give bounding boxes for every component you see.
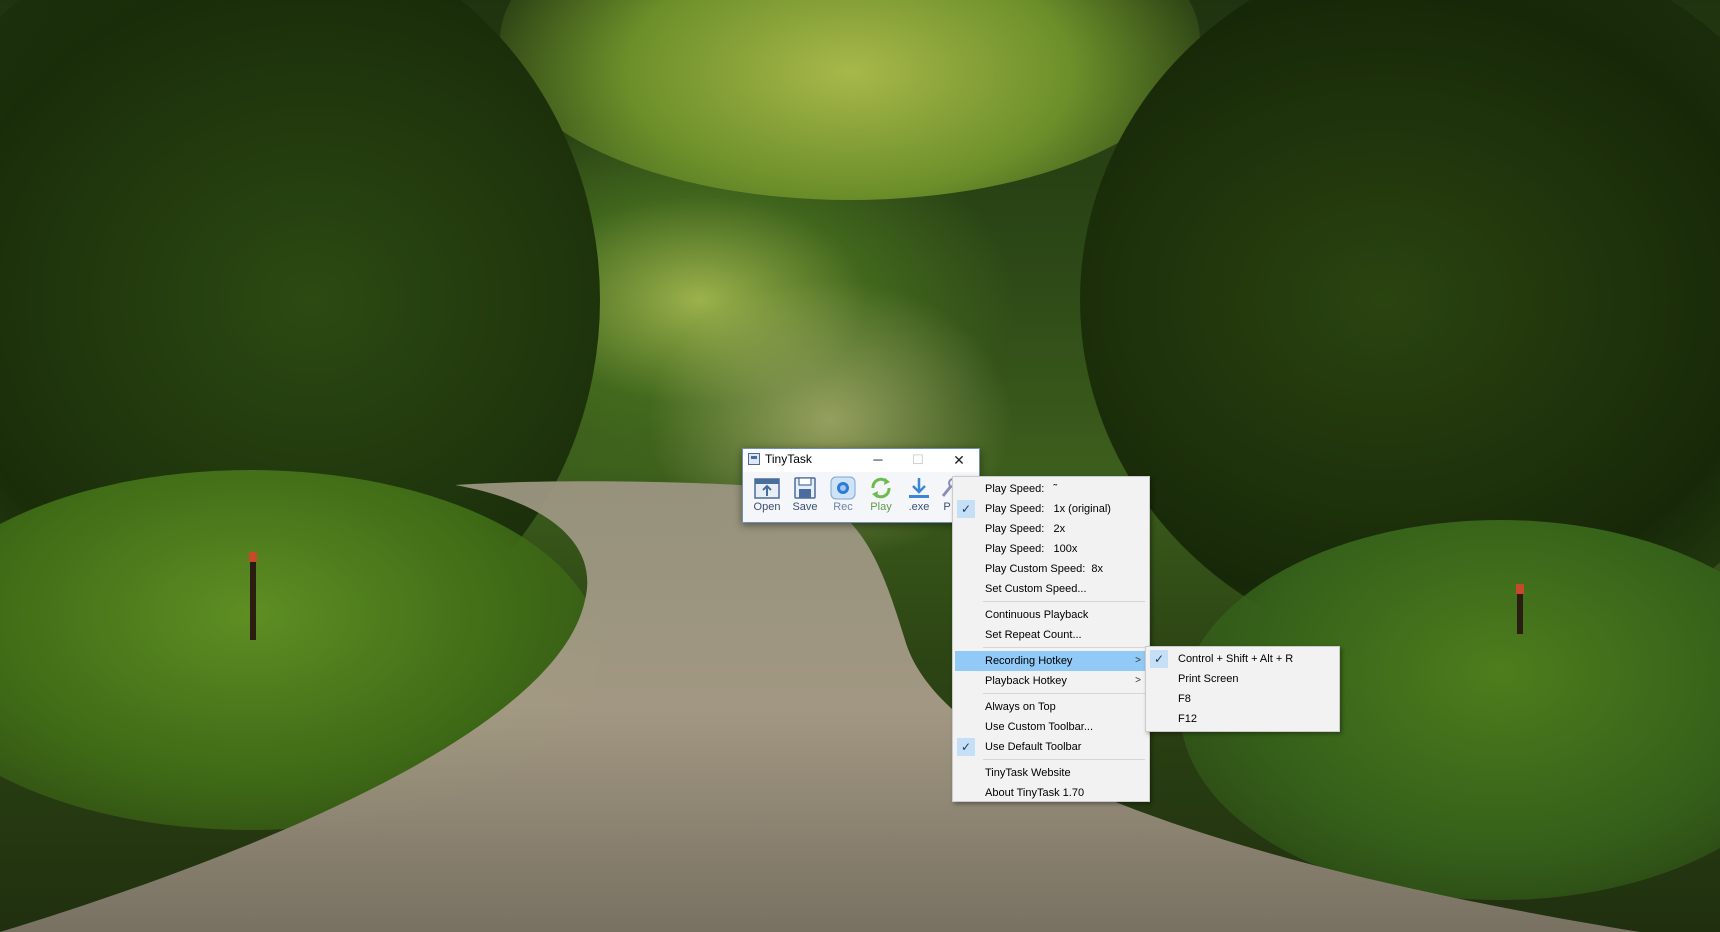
menu-item-play-speed-current[interactable]: Play Speed: ˜ (955, 479, 1147, 499)
menu-item-about[interactable]: About TinyTask 1.70 (955, 783, 1147, 803)
menu-item-label: F12 (1178, 713, 1197, 725)
submenu-arrow-icon: > (1135, 655, 1141, 666)
save-label: Save (792, 501, 818, 513)
menu-item-use-default-toolbar[interactable]: ✓ Use Default Toolbar (955, 737, 1147, 757)
rec-button[interactable]: Rec (825, 474, 861, 520)
menu-item-play-custom-speed[interactable]: Play Custom Speed: 8x (955, 559, 1147, 579)
menu-separator (983, 693, 1145, 694)
menu-item-label: Print Screen (1178, 673, 1239, 685)
checkmark-icon: ✓ (1150, 650, 1168, 668)
window-title: TinyTask (765, 452, 812, 466)
submenu-item-print-screen[interactable]: Print Screen (1148, 669, 1337, 689)
record-icon (830, 476, 856, 500)
menu-item-label: Play Speed: 2x (985, 523, 1066, 535)
menu-separator (983, 647, 1145, 648)
menu-item-label: Play Custom Speed: 8x (985, 563, 1104, 575)
maximize-button[interactable]: ☐ (898, 449, 938, 471)
options-menu: Play Speed: ˜ ✓ Play Speed: 1x (original… (952, 476, 1150, 802)
menu-item-recording-hotkey[interactable]: Recording Hotkey > (955, 651, 1147, 671)
submenu-arrow-icon: > (1135, 675, 1141, 686)
tinytask-window: TinyTask ─ ☐ ✕ Open Save Rec Play .exe P (742, 448, 980, 523)
menu-separator (983, 601, 1145, 602)
menu-item-label: Play Speed: ˜ (985, 483, 1058, 495)
menu-item-set-repeat-count[interactable]: Set Repeat Count... (955, 625, 1147, 645)
menu-item-play-speed-2x[interactable]: Play Speed: 2x (955, 519, 1147, 539)
title-bar[interactable]: TinyTask ─ ☐ ✕ (743, 449, 979, 471)
menu-item-play-speed-1x[interactable]: ✓ Play Speed: 1x (original) (955, 499, 1147, 519)
menu-item-label: Play Speed: 1x (original) (985, 503, 1111, 515)
menu-item-set-custom-speed[interactable]: Set Custom Speed... (955, 579, 1147, 599)
menu-item-always-on-top[interactable]: Always on Top (955, 697, 1147, 717)
save-button[interactable]: Save (787, 474, 823, 520)
menu-item-label: TinyTask Website (985, 767, 1071, 779)
submenu-item-ctrl-shift-alt-r[interactable]: ✓ Control + Shift + Alt + R (1148, 649, 1337, 669)
menu-item-playback-hotkey[interactable]: Playback Hotkey > (955, 671, 1147, 691)
menu-item-label: Set Custom Speed... (985, 583, 1087, 595)
menu-separator (983, 759, 1145, 760)
play-button[interactable]: Play (863, 474, 899, 520)
menu-item-label: Recording Hotkey (985, 655, 1073, 667)
roadside-marker-post (249, 552, 257, 640)
download-arrow-icon (909, 478, 929, 498)
menu-item-label: About TinyTask 1.70 (985, 787, 1085, 799)
play-repeat-icon (871, 477, 891, 499)
menu-item-continuous-playback[interactable]: Continuous Playback (955, 605, 1147, 625)
app-icon (748, 453, 760, 465)
menu-item-label: Use Custom Toolbar... (985, 721, 1094, 733)
menu-item-label: Always on Top (985, 701, 1056, 713)
play-label: Play (870, 501, 892, 513)
menu-item-label: F8 (1178, 693, 1191, 705)
menu-item-label: Set Repeat Count... (985, 629, 1082, 641)
menu-item-label: Use Default Toolbar (985, 741, 1082, 753)
checkmark-icon: ✓ (957, 500, 975, 518)
open-label: Open (753, 501, 781, 513)
exe-label: .exe (908, 501, 930, 513)
open-button[interactable]: Open (749, 474, 785, 520)
minimize-button[interactable]: ─ (858, 449, 898, 471)
close-button[interactable]: ✕ (939, 449, 979, 471)
menu-item-tinytask-website[interactable]: TinyTask Website (955, 763, 1147, 783)
menu-item-label: Control + Shift + Alt + R (1178, 653, 1294, 665)
roadside-marker-post (1516, 584, 1524, 634)
toolbar: Open Save Rec Play .exe P (743, 472, 979, 522)
recording-hotkey-submenu: ✓ Control + Shift + Alt + R Print Screen… (1145, 646, 1340, 732)
checkmark-icon: ✓ (957, 738, 975, 756)
menu-item-play-speed-100x[interactable]: Play Speed: 100x (955, 539, 1147, 559)
floppy-disk-icon (794, 477, 816, 499)
folder-open-icon (754, 478, 780, 499)
menu-item-label: Continuous Playback (985, 609, 1089, 621)
submenu-item-f8[interactable]: F8 (1148, 689, 1337, 709)
menu-item-use-custom-toolbar[interactable]: Use Custom Toolbar... (955, 717, 1147, 737)
menu-item-label: Play Speed: 100x (985, 543, 1078, 555)
submenu-item-f12[interactable]: F12 (1148, 709, 1337, 729)
rec-label: Rec (833, 501, 853, 513)
menu-item-label: Playback Hotkey (985, 675, 1067, 687)
exe-button[interactable]: .exe (901, 474, 937, 520)
